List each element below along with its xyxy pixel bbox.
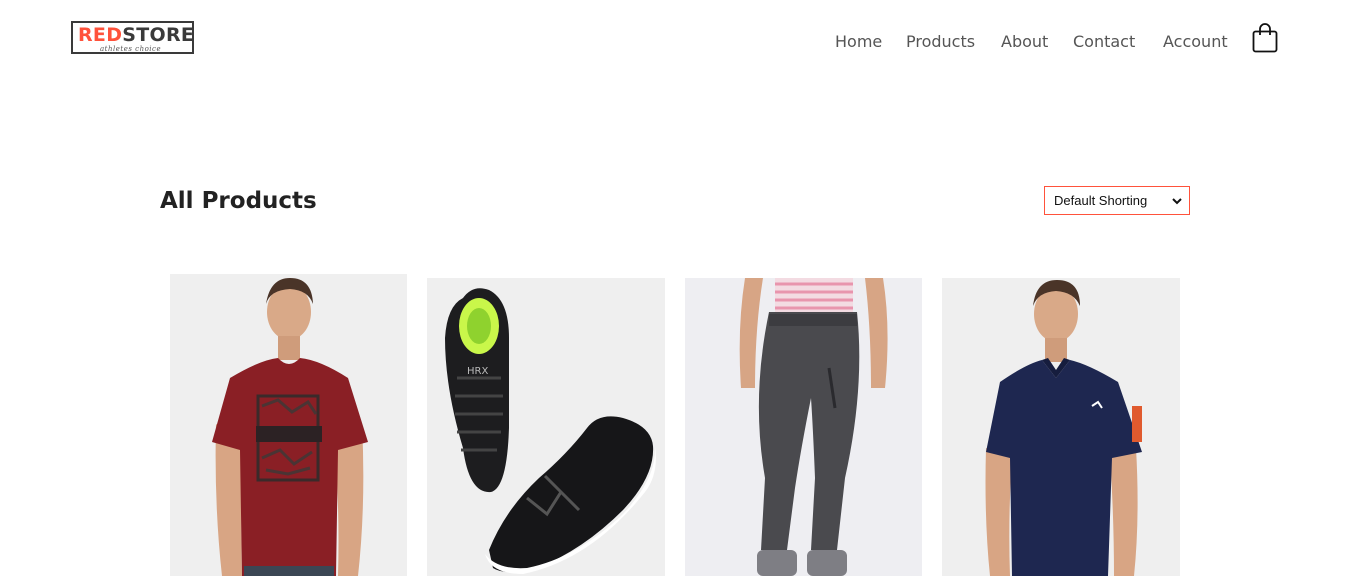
svg-text:HRX: HRX [467, 366, 488, 377]
logo-tagline: athletes choice [100, 45, 162, 53]
product-image-red-tshirt [170, 274, 407, 576]
product-card-red-tshirt[interactable] [170, 274, 407, 576]
product-card-grey-joggers[interactable] [685, 278, 922, 576]
product-card-black-shoes[interactable]: HRX [427, 278, 665, 576]
redstore-logo[interactable]: REDSTORE athletes choice [71, 21, 194, 54]
nav-link-products[interactable]: Products [906, 31, 975, 53]
sort-selected-value: Default Shorting [1054, 193, 1148, 208]
chevron-down-icon [1172, 198, 1182, 205]
product-card-navy-polo[interactable] [942, 278, 1180, 576]
sort-select[interactable]: Default Shorting [1044, 186, 1190, 215]
logo-word-dark: STORE [122, 24, 195, 46]
shopping-bag-icon[interactable] [1252, 23, 1278, 53]
logo-word-red: RED [78, 24, 123, 46]
product-image-navy-polo [942, 278, 1180, 576]
nav-link-account[interactable]: Account [1163, 31, 1228, 53]
nav-link-about[interactable]: About [1001, 31, 1048, 53]
logo-wordmark: REDSTORE [78, 24, 194, 46]
nav-link-contact[interactable]: Contact [1073, 31, 1135, 53]
product-image-black-shoes: HRX [427, 278, 665, 576]
navbar: REDSTORE athletes choice Home Products A… [0, 0, 1348, 82]
page-title: All Products [160, 188, 317, 214]
product-image-grey-joggers [685, 278, 922, 576]
nav-link-home[interactable]: Home [835, 31, 882, 53]
